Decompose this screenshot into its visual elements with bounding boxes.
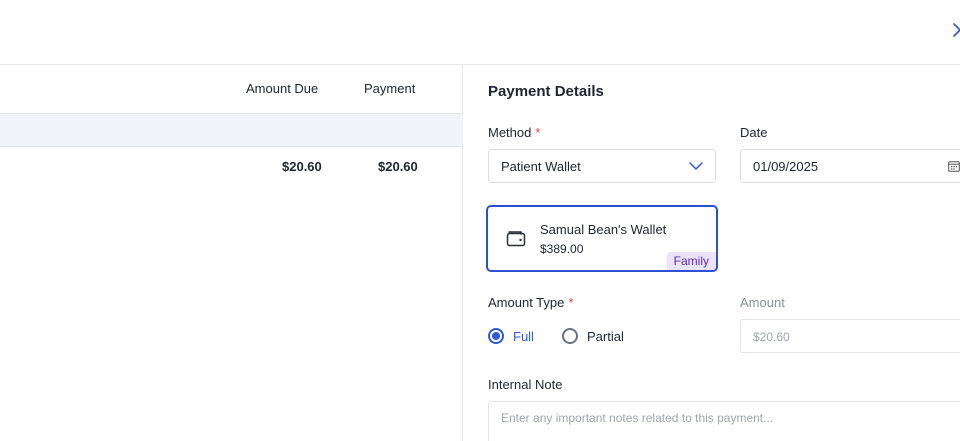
method-select[interactable]: Patient Wallet (488, 149, 716, 183)
calendar-icon[interactable] (948, 160, 960, 172)
method-select-value: Patient Wallet (501, 159, 581, 174)
column-header-payment: Payment (364, 81, 416, 96)
radio-option-partial[interactable]: Partial (562, 327, 624, 345)
wallet-icon (506, 231, 526, 247)
wallet-balance: $389.00 (540, 242, 584, 256)
date-field[interactable]: 01/09/2025 (740, 149, 960, 183)
amount-value: $20.60 (753, 330, 790, 344)
method-label-text: Method (488, 125, 532, 140)
chevron-down-icon (689, 162, 703, 170)
radio-label-partial: Partial (587, 328, 624, 344)
date-label: Date (740, 125, 768, 140)
amount-type-label-text: Amount Type (488, 295, 565, 310)
family-badge: Family (666, 252, 716, 270)
method-label: Method * (488, 125, 540, 140)
wallet-name: Samual Bean's Wallet (540, 222, 667, 237)
radio-label-full: Full (513, 328, 534, 344)
internal-note-input[interactable] (488, 401, 960, 441)
table-row-payment: $20.60 (378, 159, 418, 174)
radio-full[interactable] (488, 328, 504, 344)
internal-note-label: Internal Note (488, 377, 563, 392)
required-mark: * (535, 125, 541, 140)
close-button[interactable] (950, 18, 960, 42)
required-mark: * (568, 295, 574, 310)
wallet-card[interactable]: Samual Bean's Wallet $389.00 Family (486, 205, 718, 272)
table-row-amount-due: $20.60 (282, 159, 322, 174)
radio-partial[interactable] (562, 328, 578, 344)
payment-details-panel: Payment Details Method * Patient Wallet D… (464, 65, 960, 441)
amount-label: Amount (740, 295, 785, 310)
modal-header (0, 0, 960, 65)
radio-option-full[interactable]: Full (488, 327, 534, 345)
close-icon (953, 23, 960, 37)
amount-type-label: Amount Type * (488, 295, 573, 310)
column-header-amount-due: Amount Due (246, 81, 319, 96)
panel-title: Payment Details (488, 83, 604, 100)
charges-table: Amount Due Payment $20.60 $20.60 (0, 65, 463, 441)
table-group-row (0, 113, 463, 147)
date-value: 01/09/2025 (753, 159, 819, 174)
amount-field: $20.60 (740, 319, 960, 353)
